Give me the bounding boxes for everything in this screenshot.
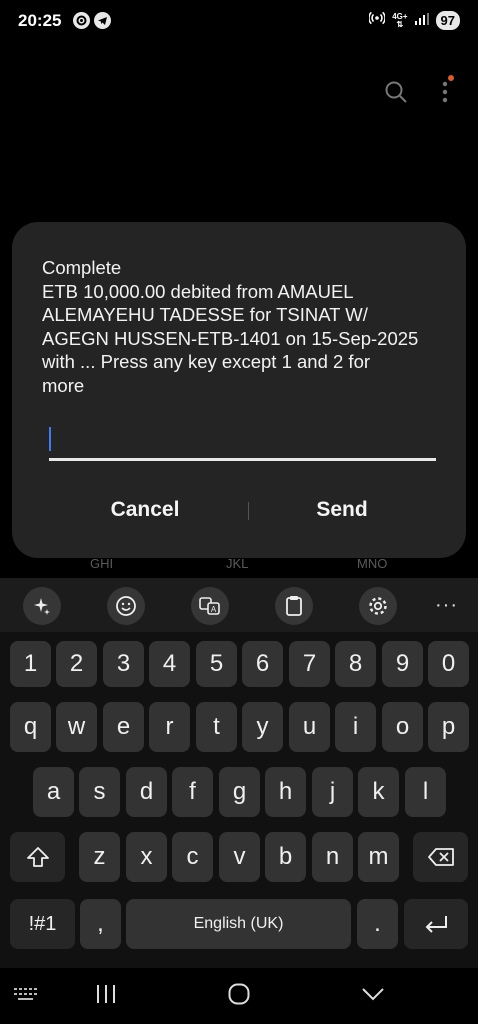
key-r[interactable]: r — [149, 702, 190, 752]
status-bar: 20:25 4G+ ⇅ 97 — [0, 0, 478, 42]
key-e[interactable]: e — [103, 702, 144, 752]
key-z[interactable]: z — [79, 832, 120, 882]
key-m[interactable]: m — [358, 832, 399, 882]
space-key[interactable]: English (UK) — [126, 899, 351, 949]
key-7[interactable]: 7 — [289, 641, 330, 687]
enter-icon — [425, 916, 447, 933]
key-f[interactable]: f — [172, 767, 213, 817]
key-j[interactable]: j — [312, 767, 353, 817]
key-5[interactable]: 5 — [196, 641, 237, 687]
clipboard-icon[interactable] — [275, 587, 313, 625]
key-s[interactable]: s — [79, 767, 120, 817]
svg-text:A: A — [211, 605, 217, 614]
period-key[interactable]: . — [357, 899, 398, 949]
key-w[interactable]: w — [56, 702, 97, 752]
more-vert-icon[interactable] — [442, 75, 454, 108]
shift-icon — [26, 847, 49, 867]
key-k[interactable]: k — [358, 767, 399, 817]
message-line: ALEMAYEHU TADESSE for TSINAT W/ — [42, 304, 368, 325]
telegram-icon — [94, 12, 111, 29]
key-6[interactable]: 6 — [242, 641, 283, 687]
message-line: AGEGN HUSSEN-ETB-1401 on 15-Sep-2025 — [42, 327, 419, 349]
signal-icon — [414, 12, 429, 30]
key-a[interactable]: a — [33, 767, 74, 817]
enter-key[interactable] — [404, 899, 468, 949]
shift-key[interactable] — [10, 832, 65, 882]
dialpad-hint: MNO — [357, 556, 388, 571]
key-3[interactable]: 3 — [103, 641, 144, 687]
key-4[interactable]: 4 — [149, 641, 190, 687]
key-l[interactable]: l — [405, 767, 446, 817]
home-icon[interactable] — [227, 982, 251, 1011]
settings-icon[interactable] — [359, 587, 397, 625]
message-line: with ... Press any key except 1 and 2 fo… — [42, 351, 371, 372]
dialpad-hint: GHI — [90, 556, 114, 571]
backspace-key[interactable] — [413, 832, 468, 882]
cancel-button[interactable]: Cancel — [45, 488, 245, 532]
key-x[interactable]: x — [126, 832, 167, 882]
keyboard-switch-icon[interactable] — [14, 988, 38, 1007]
message-line: ETB 10,000.00 debited from AMAUEL — [42, 280, 354, 302]
search-icon[interactable] — [384, 80, 408, 109]
key-y[interactable]: y — [242, 702, 283, 752]
message-line: Complete — [42, 257, 122, 278]
key-q[interactable]: q — [10, 702, 51, 752]
key-v[interactable]: v — [219, 832, 260, 882]
key-o[interactable]: o — [382, 702, 423, 752]
keyboard: A ··· 1 2 3 4 5 6 7 8 9 0 q w e r t y u … — [0, 578, 478, 968]
key-p[interactable]: p — [428, 702, 469, 752]
comma-key[interactable]: , — [80, 899, 121, 949]
network-icon: 4G+ ⇅ — [392, 11, 408, 29]
app-notification-icon — [73, 12, 90, 29]
key-8[interactable]: 8 — [335, 641, 376, 687]
battery-level: 97 — [440, 13, 455, 28]
emoji-icon[interactable] — [107, 587, 145, 625]
key-t[interactable]: t — [196, 702, 237, 752]
network-type: 4G+ — [392, 11, 408, 21]
send-button[interactable]: Send — [242, 488, 442, 532]
backspace-icon — [427, 848, 454, 866]
ussd-message: Complete ETB 10,000.00 debited from AMAU… — [42, 256, 442, 397]
more-horiz-icon[interactable]: ··· — [435, 594, 458, 617]
notification-badge — [448, 75, 454, 81]
key-i[interactable]: i — [335, 702, 376, 752]
key-g[interactable]: g — [219, 767, 260, 817]
key-d[interactable]: d — [126, 767, 167, 817]
key-b[interactable]: b — [265, 832, 306, 882]
response-input[interactable] — [49, 422, 436, 461]
navigation-bar — [0, 968, 478, 1024]
key-9[interactable]: 9 — [382, 641, 423, 687]
key-n[interactable]: n — [312, 832, 353, 882]
back-icon[interactable] — [361, 986, 385, 1007]
translate-icon[interactable]: A — [191, 587, 229, 625]
symbols-key[interactable]: !#1 — [10, 899, 75, 949]
recents-icon[interactable] — [95, 984, 117, 1009]
ai-sparkle-icon[interactable] — [23, 587, 61, 625]
battery-icon: 97 — [435, 11, 460, 30]
key-2[interactable]: 2 — [56, 641, 97, 687]
message-line: more — [42, 374, 85, 396]
top-actions — [384, 75, 454, 109]
status-time: 20:25 — [18, 11, 62, 30]
keyboard-toolbar: A ··· — [0, 578, 478, 632]
text-cursor — [49, 427, 51, 451]
key-1[interactable]: 1 — [10, 641, 51, 687]
key-h[interactable]: h — [265, 767, 306, 817]
dialpad-hint: JKL — [226, 556, 249, 571]
key-c[interactable]: c — [172, 832, 213, 882]
hotspot-icon — [368, 10, 387, 31]
ussd-dialog: Complete ETB 10,000.00 debited from AMAU… — [12, 222, 466, 558]
key-0[interactable]: 0 — [428, 641, 469, 687]
key-u[interactable]: u — [289, 702, 330, 752]
